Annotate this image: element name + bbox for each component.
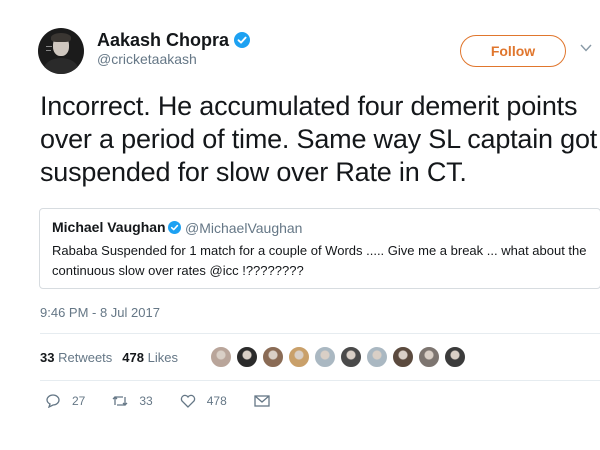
chevron-down-icon[interactable] [580, 44, 592, 52]
likes-label: Likes [147, 350, 178, 365]
liker-avatars [210, 346, 470, 368]
author-avatar[interactable] [38, 28, 84, 74]
retweets-label: Retweets [58, 350, 113, 365]
reply-count: 27 [72, 394, 86, 408]
likes-stat[interactable]: 478 Likes [122, 350, 178, 365]
quoted-tweet-text: Rababa Suspended for 1 match for a coupl… [52, 243, 587, 278]
author-name[interactable]: Aakash Chopra [97, 30, 229, 51]
retweets-stat[interactable]: 33 Retweets [40, 350, 112, 365]
follow-button[interactable]: Follow [460, 35, 566, 67]
liker-avatar[interactable] [262, 346, 284, 368]
liker-avatar[interactable] [366, 346, 388, 368]
retweet-icon [112, 396, 128, 406]
heart-icon [180, 394, 195, 408]
retweet-button[interactable]: 33 [111, 394, 153, 408]
avatar-shoulders [44, 58, 78, 74]
author-handle[interactable]: @cricketaakash [97, 51, 197, 67]
divider [40, 380, 600, 381]
liker-avatar[interactable] [340, 346, 362, 368]
retweets-count: 33 [40, 350, 55, 365]
liker-avatar[interactable] [288, 346, 310, 368]
divider [40, 333, 600, 334]
liker-avatar[interactable] [444, 346, 466, 368]
liker-avatar[interactable] [236, 346, 258, 368]
envelope-icon [254, 395, 270, 407]
likes-count: 478 [122, 350, 144, 365]
tweet-actions: 27 33 478 [44, 394, 307, 408]
tweet-text: Incorrect. He accumulated four demerit p… [40, 91, 598, 187]
engagement-stats: 33 Retweets 478 Likes [40, 350, 178, 365]
reply-icon [46, 394, 60, 408]
quoted-author-name[interactable]: Michael Vaughan [52, 219, 166, 235]
avatar-hair [51, 33, 71, 42]
tweet-timestamp[interactable]: 9:46 PM - 8 Jul 2017 [40, 305, 160, 320]
liker-avatar[interactable] [210, 346, 232, 368]
avatar-mark [46, 46, 52, 47]
like-button[interactable]: 478 [179, 394, 227, 408]
direct-message-button[interactable] [253, 394, 281, 408]
liker-avatar[interactable] [392, 346, 414, 368]
quoted-author-handle[interactable]: @MichaelVaughan [185, 220, 302, 236]
like-count: 478 [206, 394, 227, 408]
retweet-count: 33 [139, 394, 153, 408]
liker-avatar[interactable] [314, 346, 336, 368]
verified-badge-icon [234, 32, 250, 48]
verified-badge-icon [168, 221, 181, 234]
liker-avatar[interactable] [418, 346, 440, 368]
reply-button[interactable]: 27 [44, 394, 85, 408]
avatar-mark [46, 50, 51, 51]
